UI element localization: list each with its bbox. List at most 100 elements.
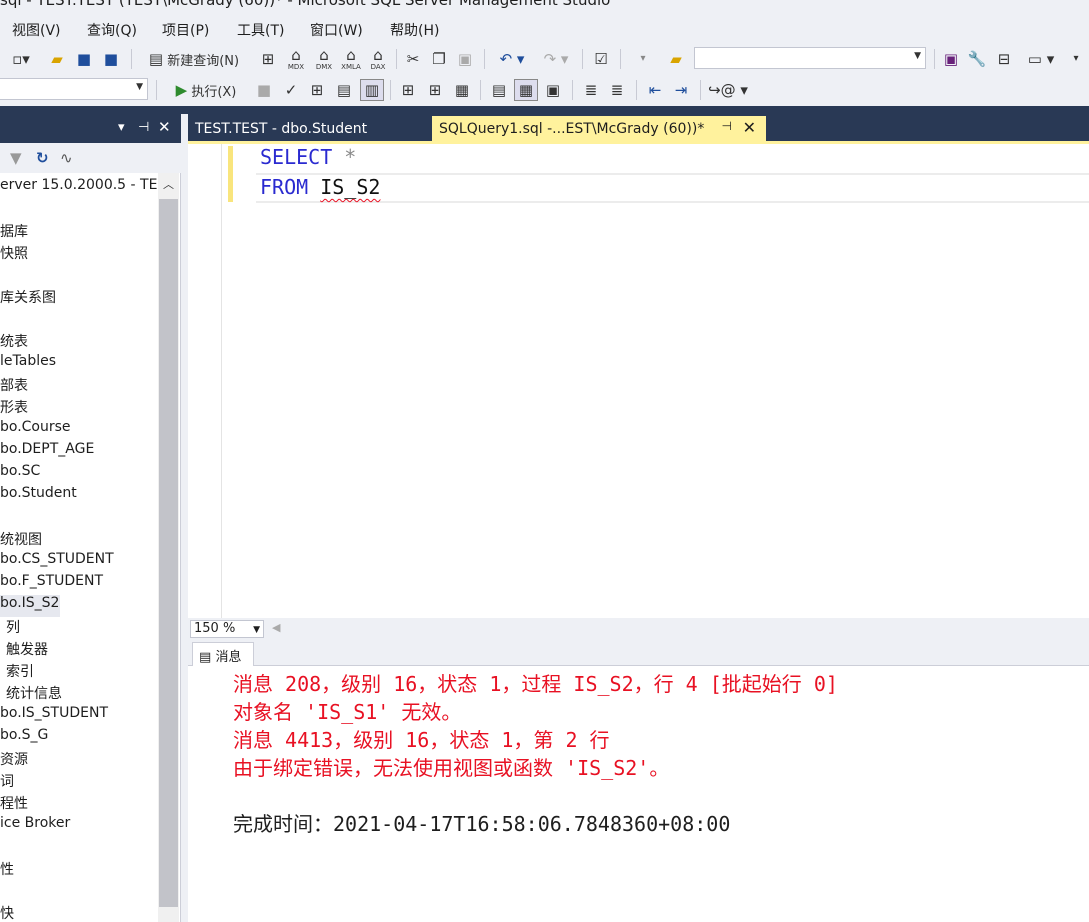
- save-all-icon[interactable]: ■: [99, 48, 123, 70]
- tree-node-child[interactable]: 触发器: [6, 639, 48, 661]
- results-pane: ▤ 消息 消息 208，级别 16，状态 1，过程 IS_S2，行 4 [批起始…: [188, 640, 1089, 922]
- tree-node[interactable]: ice Broker: [0, 815, 70, 837]
- live-query-stats-icon[interactable]: ⊞: [424, 79, 446, 101]
- tab-close-icon[interactable]: ✕: [743, 118, 756, 137]
- menu-window[interactable]: 窗口(W): [310, 20, 363, 40]
- error-message-line: 对象名 'IS_S1' 无效。: [233, 700, 462, 724]
- panel-menu-icon[interactable]: ▾: [118, 120, 125, 135]
- dax-query-button[interactable]: ⌂ DAX: [365, 47, 391, 71]
- close-icon[interactable]: ✕: [158, 118, 171, 136]
- save-icon[interactable]: ■: [73, 48, 95, 70]
- xmla-query-button[interactable]: ⌂ XMLA: [338, 47, 364, 71]
- scroll-up-icon[interactable]: ︿: [163, 176, 174, 192]
- results-to-text-icon[interactable]: ▤: [488, 79, 510, 101]
- mdx-query-button[interactable]: ⌂ MDX: [283, 47, 309, 71]
- tree-node[interactable]: 快: [0, 903, 14, 922]
- tree-node[interactable]: 词: [0, 771, 14, 793]
- tree-node[interactable]: 程性: [0, 793, 28, 815]
- toolbox-icon[interactable]: ⊟: [993, 48, 1015, 70]
- query-designer-icon[interactable]: ▤: [333, 79, 355, 101]
- tree-node-view[interactable]: bo.IS_STUDENT: [0, 705, 108, 727]
- execute-button[interactable]: ▶ 执行(X): [164, 79, 248, 101]
- menu-help[interactable]: 帮助(H): [390, 20, 439, 40]
- tree-node[interactable]: 性: [0, 859, 14, 881]
- increase-indent-icon[interactable]: ⇥: [670, 79, 692, 101]
- intellisense-toggle-icon[interactable]: ▥: [360, 79, 384, 101]
- redo-icon[interactable]: ↷ ▾: [536, 48, 576, 70]
- dmx-query-button[interactable]: ⌂ DMX: [311, 47, 337, 71]
- results-to-grid-icon[interactable]: ▦: [514, 79, 538, 101]
- query-editor[interactable]: SELECT * FROM IS_S2: [188, 144, 1089, 618]
- tree-node[interactable]: leTables: [0, 353, 56, 375]
- results-to-file-icon[interactable]: ▣: [542, 79, 564, 101]
- tree-node-server[interactable]: erver 15.0.2000.5 - TES: [0, 177, 158, 199]
- cut-icon[interactable]: ✂: [402, 48, 424, 70]
- include-actual-plan-icon[interactable]: ⊞: [397, 79, 419, 101]
- zoom-combo[interactable]: 150 % ▼: [190, 620, 264, 638]
- decrease-indent-icon[interactable]: ⇤: [644, 79, 666, 101]
- tree-node-view-selected[interactable]: bo.IS_S2: [0, 595, 60, 617]
- refresh-icon[interactable]: ↻: [36, 149, 49, 167]
- standard-toolbar: ▫▾ ▰ ■ ■ ▤ 新建查询(N) ⊞ ⌂ MDX ⌂ DMX ⌂ XMLA ⌂ DA…: [0, 44, 1089, 74]
- menu-project[interactable]: 项目(P): [162, 20, 209, 40]
- find-in-files-icon[interactable]: ▰: [664, 48, 688, 70]
- database-engine-query-icon[interactable]: ⊞: [257, 48, 279, 70]
- properties-wrench-icon[interactable]: 🔧: [966, 48, 988, 70]
- tree-node-view[interactable]: bo.F_STUDENT: [0, 573, 103, 595]
- available-databases-combo[interactable]: ▼: [0, 78, 148, 100]
- menu-view[interactable]: 视图(V): [12, 20, 61, 40]
- menu-tools[interactable]: 工具(T): [237, 20, 284, 40]
- activity-pulse-icon[interactable]: ∿: [60, 149, 73, 167]
- tree-node-table[interactable]: bo.DEPT_AGE: [0, 441, 94, 463]
- search-combo[interactable]: ▼: [694, 47, 926, 69]
- menu-query[interactable]: 查询(Q): [87, 20, 137, 40]
- undo-icon[interactable]: ↶ ▾: [492, 48, 532, 70]
- sql-keyword: FROM: [260, 175, 309, 199]
- copy-icon[interactable]: ❐: [428, 48, 450, 70]
- tree-node[interactable]: 形表: [0, 397, 28, 419]
- tree-node[interactable]: 统表: [0, 331, 28, 353]
- tree-node-view[interactable]: bo.S_G: [0, 727, 48, 749]
- completion-timestamp: 2021-04-17T16:58:06.7848360+08:00: [333, 812, 731, 836]
- toolbar-overflow-icon[interactable]: ▾: [1066, 48, 1086, 70]
- paste-icon[interactable]: ▣: [454, 48, 476, 70]
- tree-node-child[interactable]: 统计信息: [6, 683, 62, 705]
- pin-icon[interactable]: ⊣: [138, 120, 149, 135]
- scrollbar-thumb[interactable]: [159, 199, 178, 907]
- tree-node-view[interactable]: bo.CS_STUDENT: [0, 551, 114, 573]
- config-dropdown-icon[interactable]: ▾: [630, 48, 656, 70]
- tree-node[interactable]: 部表: [0, 375, 28, 397]
- tab-dbo-student[interactable]: TEST.TEST - dbo.Student: [188, 116, 430, 141]
- stop-icon[interactable]: ■: [254, 79, 274, 101]
- tree-node-child[interactable]: 列: [6, 617, 20, 639]
- tab-messages[interactable]: ▤ 消息: [192, 642, 254, 666]
- tree-node-table[interactable]: bo.Course: [0, 419, 71, 441]
- uncomment-lines-icon[interactable]: ≣: [606, 79, 628, 101]
- tab-pin-icon[interactable]: ⊣: [722, 119, 732, 133]
- tree-node[interactable]: 库关系图: [0, 287, 56, 309]
- specify-template-values-icon[interactable]: ↪@ ▾: [708, 79, 748, 101]
- tab-sqlquery1[interactable]: SQLQuery1.sql -...EST\McGrady (60))* ⊣ ✕: [432, 116, 766, 141]
- tree-node[interactable]: 资源: [0, 749, 28, 771]
- open-file-icon[interactable]: ▰: [46, 48, 68, 70]
- tree-node[interactable]: 快照: [0, 243, 28, 265]
- new-project-icon[interactable]: ▫▾: [8, 48, 34, 70]
- tree-node-table[interactable]: bo.SC: [0, 463, 40, 485]
- client-statistics-icon[interactable]: ▦: [451, 79, 473, 101]
- explorer-vertical-scrollbar[interactable]: ︿: [158, 173, 179, 922]
- new-query-button[interactable]: ▤ 新建查询(N): [138, 48, 250, 70]
- solution-explorer-icon[interactable]: ▣: [940, 48, 962, 70]
- object-tree: erver 15.0.2000.5 - TES 据库 快照 库关系图 统表 le…: [0, 173, 158, 922]
- tree-node-table[interactable]: bo.Student: [0, 485, 77, 507]
- activity-monitor-icon[interactable]: ☑: [590, 48, 612, 70]
- display-estimated-plan-icon[interactable]: ⊞: [306, 79, 328, 101]
- filter-icon[interactable]: ▼: [10, 149, 22, 167]
- window-title: sql - TEST.TEST (TEST\McGrady (60))* - M…: [0, 0, 611, 9]
- scroll-left-icon[interactable]: ◀: [272, 621, 280, 634]
- tree-node[interactable]: 统视图: [0, 529, 42, 551]
- command-window-icon[interactable]: ▭ ▾: [1020, 48, 1062, 70]
- comment-lines-icon[interactable]: ≣: [580, 79, 602, 101]
- tree-node-child[interactable]: 索引: [6, 661, 34, 683]
- tree-node[interactable]: 据库: [0, 221, 28, 243]
- parse-checkmark-icon[interactable]: ✓: [280, 79, 302, 101]
